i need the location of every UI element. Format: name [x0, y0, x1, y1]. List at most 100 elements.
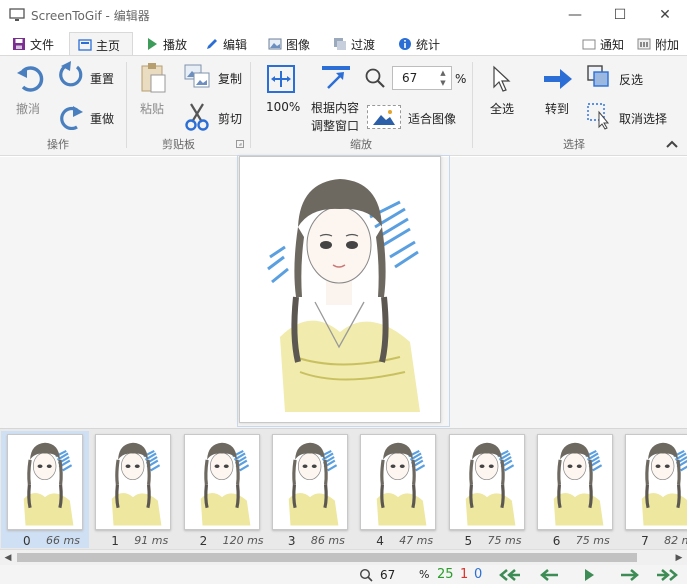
status-total-frames: 25 [437, 567, 454, 582]
frame-delay: 120 ms [222, 534, 264, 547]
play-icon [585, 569, 594, 581]
extras-label: 附加 [655, 37, 680, 52]
minimize-icon: — [568, 7, 582, 23]
frame-thumbnail[interactable]: 2 120 ms [178, 431, 266, 548]
tab-image[interactable]: 图像 [268, 32, 310, 56]
frame-thumbnail[interactable]: 6 75 ms [531, 431, 619, 548]
ribbon-separator [250, 62, 251, 148]
select-all-button[interactable] [488, 64, 516, 94]
fit-image-icon [373, 110, 395, 125]
minimize-button[interactable]: — [552, 0, 598, 30]
close-button[interactable]: ✕ [642, 0, 687, 30]
tab-label: 图像 [286, 37, 311, 52]
tab-playback[interactable]: 播放 [145, 32, 187, 56]
arrow-left-icon [540, 569, 558, 581]
close-icon: ✕ [659, 7, 671, 23]
frame-delay: 82 m [664, 534, 687, 547]
fit-image-label: 适合图像 [408, 112, 457, 126]
maximize-button[interactable]: ☐ [597, 0, 643, 30]
frame-thumbnail-image [288, 442, 339, 526]
frame-thumbnail-picture [7, 434, 83, 530]
play-icon [148, 38, 157, 50]
undo-button[interactable] [14, 62, 46, 94]
notifications-button[interactable]: 通知 [582, 32, 624, 56]
notifications-label: 通知 [600, 37, 625, 52]
go-to-button[interactable] [542, 66, 574, 92]
tab-edit[interactable]: 编辑 [205, 32, 247, 56]
collapse-ribbon-icon[interactable] [665, 139, 679, 149]
reset-icon [59, 61, 83, 87]
frame-thumbnail[interactable]: 3 86 ms [266, 431, 354, 548]
frame-index: 7 [641, 534, 649, 548]
frame-thumbnail[interactable]: 7 82 m [619, 431, 687, 548]
zoom-input[interactable]: 67 ▲ ▼ [392, 66, 452, 90]
status-selected-frames: 1 [460, 567, 469, 582]
invert-selection-button[interactable] [586, 64, 612, 90]
fit-image-button[interactable] [367, 105, 401, 129]
frame-index: 0 [23, 534, 31, 548]
tab-file[interactable]: 文件 [12, 32, 54, 56]
ribbon-separator [126, 62, 127, 148]
frame-thumbnail[interactable]: 4 47 ms [354, 431, 442, 548]
tab-label: 编辑 [223, 37, 248, 52]
frame-thumbnail-image [553, 442, 604, 526]
zoom-spinner[interactable]: ▲ ▼ [437, 68, 449, 88]
double-arrow-right-icon [657, 569, 678, 581]
arrow-right-icon [544, 69, 572, 89]
tab-transitions[interactable]: 过渡 [333, 32, 375, 56]
current-frame-preview[interactable] [239, 156, 441, 423]
frame-thumbnail[interactable]: 1 91 ms [89, 431, 177, 548]
redo-label: 重做 [90, 112, 115, 126]
transition-icon [334, 38, 346, 50]
tab-statistics[interactable]: 统计 [398, 32, 440, 56]
scrollbar-thumb[interactable] [17, 553, 637, 562]
first-frame-button[interactable] [497, 567, 521, 583]
frame-thumbnail-picture [360, 434, 437, 530]
last-frame-button[interactable] [656, 567, 680, 583]
zoom-100-label: 100% [266, 100, 301, 114]
next-frame-button[interactable] [617, 567, 641, 583]
clipboard-expand-icon[interactable] [236, 140, 244, 148]
frame-thumbnail-image [23, 442, 74, 526]
previous-frame-button[interactable] [538, 567, 562, 583]
zoom-100-button[interactable] [266, 64, 296, 94]
group-label-clipboard: 剪贴板 [162, 138, 195, 151]
frame-thumbnail-picture [625, 434, 687, 530]
fit-to-content-button[interactable] [320, 64, 352, 94]
group-label-zoom: 缩放 [350, 138, 372, 151]
copy-icon [184, 64, 210, 88]
cut-button[interactable] [182, 102, 212, 132]
extras-button[interactable]: 附加 [637, 32, 679, 56]
ribbon-tabs: 文件 主页 播放 编辑 图像 过渡 统计 通知 附加 [0, 32, 687, 57]
frame-thumbnail-image [200, 442, 250, 526]
scroll-right-icon[interactable]: ▶ [671, 551, 687, 565]
scroll-left-icon[interactable]: ◀ [0, 551, 16, 565]
copy-button[interactable] [182, 62, 212, 90]
reset-label: 重置 [90, 72, 115, 86]
play-button[interactable] [577, 567, 601, 583]
frame-thumbnail[interactable]: 5 75 ms [443, 431, 531, 548]
frame-thumbnail-image [641, 442, 687, 526]
invert-selection-label: 反选 [619, 73, 644, 87]
frame-list: 0 66 ms 1 91 ms 2 120 ms 3 86 ms 4 47 ms… [0, 428, 687, 549]
ribbon-separator [472, 62, 473, 148]
pencil-icon [207, 39, 217, 49]
paste-icon [141, 63, 166, 93]
go-to-label: 转到 [545, 102, 570, 116]
cut-label: 剪切 [218, 112, 243, 126]
frame-thumbnail-picture [448, 434, 525, 530]
info-icon [399, 38, 411, 50]
undo-label: 撤消 [16, 102, 41, 116]
frame-thumbnail-picture [95, 434, 172, 530]
tab-home[interactable]: 主页 [69, 32, 133, 57]
home-icon [78, 39, 92, 51]
redo-button[interactable] [56, 102, 86, 130]
deselect-button[interactable] [586, 102, 612, 130]
frame-thumbnail[interactable]: 0 66 ms [1, 431, 89, 548]
tab-label: 播放 [163, 37, 188, 52]
frame-list-scrollbar[interactable]: ◀ ▶ [0, 549, 687, 565]
paste-button[interactable] [138, 62, 168, 94]
image-icon [268, 38, 282, 50]
actual-size-icon [267, 65, 295, 93]
reset-button[interactable] [56, 60, 86, 88]
